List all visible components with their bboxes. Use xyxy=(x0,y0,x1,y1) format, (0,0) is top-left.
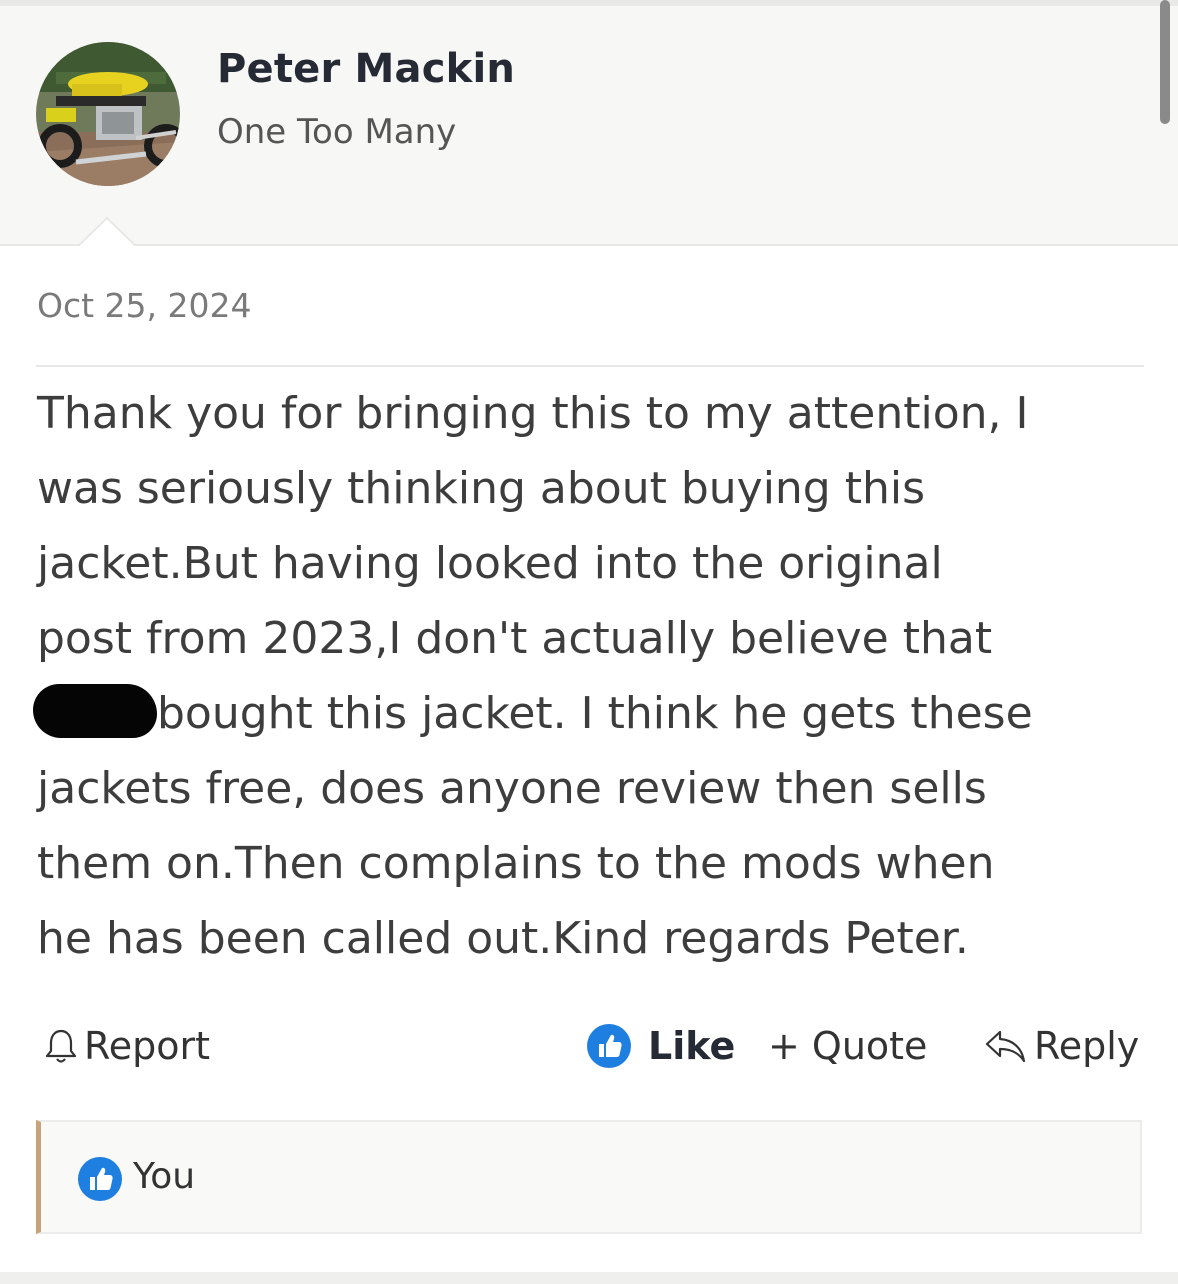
report-label: Report xyxy=(84,1024,210,1068)
body-line: jacket.But having looked into the origin… xyxy=(37,538,943,589)
body-line-redacted: bought this jacket. I think he gets thes… xyxy=(33,676,1152,751)
reply-button[interactable]: Reply xyxy=(984,1016,1139,1076)
thumbs-up-icon xyxy=(78,1157,122,1201)
body-line: he has been called out.Kind regards Pete… xyxy=(37,913,969,964)
report-button[interactable]: Report xyxy=(44,1016,210,1076)
body-line-text: bought this jacket. I think he gets thes… xyxy=(157,688,1033,739)
reactions-bar[interactable]: You xyxy=(36,1120,1142,1234)
reply-label: Reply xyxy=(1034,1024,1140,1068)
post-body: Thank you for bringing this to my attent… xyxy=(33,376,1152,976)
body-line: post from 2023,I don't actually believe … xyxy=(37,613,993,664)
body-line: them on.Then complains to the mods when xyxy=(37,838,995,889)
post-author-header: Peter Mackin One Too Many xyxy=(0,6,1178,254)
post-date[interactable]: Oct 25, 2024 xyxy=(37,286,252,325)
thumbs-up-icon xyxy=(587,1024,631,1068)
body-line: jackets free, does anyone review then se… xyxy=(37,763,987,814)
author-title: One Too Many xyxy=(217,112,457,152)
redaction-mark xyxy=(33,684,157,738)
scrollbar[interactable] xyxy=(1160,0,1170,124)
post-actions: Report Like + Quote Reply xyxy=(0,1016,1178,1076)
author-avatar[interactable] xyxy=(36,42,180,186)
like-button[interactable]: Like xyxy=(586,1016,735,1076)
like-label: Like xyxy=(648,1024,736,1068)
bell-icon xyxy=(45,1029,77,1063)
quote-button[interactable]: + Quote xyxy=(768,1016,927,1076)
divider xyxy=(36,365,1144,367)
post-card: Oct 25, 2024 Thank you for bringing this… xyxy=(0,246,1178,1272)
quote-label: + Quote xyxy=(768,1024,928,1068)
bottom-strip xyxy=(0,1272,1178,1284)
body-line: Thank you for bringing this to my attent… xyxy=(37,388,1029,439)
body-line: was seriously thinking about buying this xyxy=(37,463,926,514)
author-name[interactable]: Peter Mackin xyxy=(217,46,515,92)
reply-arrow-icon xyxy=(985,1030,1026,1063)
motorcycle-avatar-image xyxy=(36,42,180,186)
reaction-user[interactable]: You xyxy=(133,1156,195,1197)
